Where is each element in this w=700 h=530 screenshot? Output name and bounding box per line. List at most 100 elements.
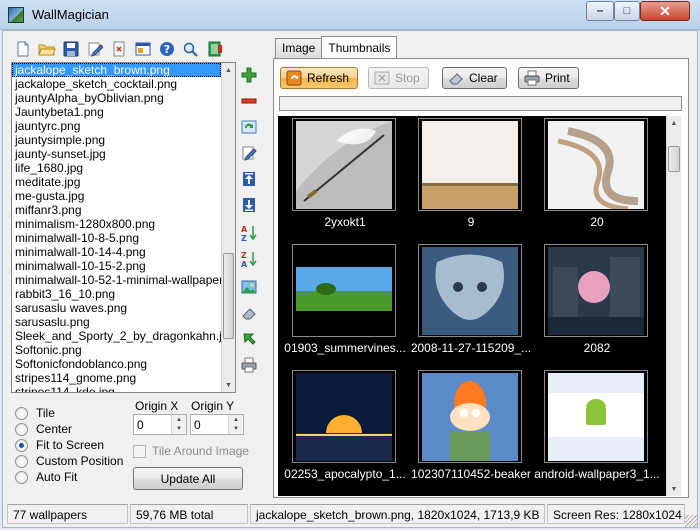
list-item[interactable]: jackalope_sketch_cocktail.png	[12, 77, 221, 91]
print-icon[interactable]	[239, 355, 259, 375]
list-item[interactable]: Jauntybeta1.png	[12, 105, 221, 119]
stop-label: Stop	[395, 71, 420, 85]
print-label: Print	[545, 71, 570, 85]
window-icon[interactable]	[133, 39, 153, 59]
gallery-scrollbar[interactable]: ▲ ▼	[666, 116, 681, 496]
list-item[interactable]: jaunty-sunset.jpg	[12, 147, 221, 161]
thumbnail-9[interactable]: android-wallpaper3_1...	[534, 370, 660, 494]
list-item[interactable]: me-gusta.jpg	[12, 189, 221, 203]
sort-az-icon[interactable]: AZ	[239, 223, 259, 243]
list-item[interactable]: jauntyrc.png	[12, 119, 221, 133]
move-bottom-icon[interactable]	[239, 195, 259, 215]
find-icon[interactable]	[181, 39, 201, 59]
thumbnail-3[interactable]: 20	[534, 118, 660, 242]
radio-custom-position[interactable]: Custom Position	[15, 453, 123, 469]
origin-y-stepper[interactable]: 0 ▲ ▼	[190, 414, 244, 435]
tile-around-image-checkbox[interactable]: Tile Around Image	[133, 444, 249, 458]
open-folder-icon[interactable]	[37, 39, 57, 59]
refresh-list-icon[interactable]	[239, 117, 259, 137]
checkbox-box[interactable]	[133, 444, 146, 458]
refresh-button[interactable]: Refresh	[280, 67, 359, 89]
scroll-thumb[interactable]	[668, 146, 680, 172]
update-all-button[interactable]: Update All	[133, 467, 243, 490]
list-item[interactable]: Softonic.png	[12, 343, 221, 357]
list-item[interactable]: jackalope_sketch_brown.png	[12, 63, 221, 77]
radio-tile[interactable]: Tile	[15, 405, 55, 421]
maximize-button[interactable]: □	[614, 1, 640, 21]
save-icon[interactable]	[61, 39, 81, 59]
minimize-button[interactable]: ‒	[586, 1, 614, 21]
list-item[interactable]: jauntyAlpha_byOblivian.png	[12, 91, 221, 105]
new-file-icon[interactable]	[13, 39, 33, 59]
list-item[interactable]: minimalwall-10-15-2.png	[12, 259, 221, 273]
resize-grip[interactable]	[685, 515, 697, 527]
stepper-up-icon[interactable]: ▲	[172, 415, 186, 424]
thumbnail-7[interactable]: 02253_apocalypto_1...	[282, 370, 408, 494]
radio-button[interactable]	[15, 422, 28, 436]
list-item[interactable]: jauntysimple.png	[12, 133, 221, 147]
radio-fit-to-screen[interactable]: Fit to Screen	[15, 437, 104, 453]
tab-thumbnails[interactable]: Thumbnails	[321, 36, 398, 58]
list-item[interactable]: minimalism-1280x800.png	[12, 217, 221, 231]
edit-item-icon[interactable]	[239, 143, 259, 163]
list-item[interactable]: sarusaslu.png	[12, 315, 221, 329]
stop-button[interactable]: Stop	[368, 67, 429, 89]
radio-label: Auto Fit	[36, 470, 78, 484]
remove-icon[interactable]	[239, 91, 259, 111]
scroll-up-icon[interactable]: ▲	[222, 63, 235, 77]
wallpaper-list[interactable]: jackalope_sketch_brown.png jackalope_sket…	[11, 62, 236, 393]
scroll-down-icon[interactable]: ▼	[222, 378, 235, 392]
list-item[interactable]: minimalwall-10-52-1-minimal-wallpaper-k	[12, 273, 221, 287]
list-item[interactable]: stripes114_gnome.png	[12, 371, 221, 385]
radio-auto-fit[interactable]: Auto Fit	[15, 469, 77, 485]
stepper-down-icon[interactable]: ▼	[229, 424, 243, 433]
stepper-down-icon[interactable]: ▼	[172, 424, 186, 433]
list-item[interactable]: stripes114_kde.jpg	[12, 385, 221, 392]
book-icon[interactable]	[205, 39, 225, 59]
refresh-label: Refresh	[307, 71, 350, 85]
scroll-thumb[interactable]	[223, 253, 234, 339]
list-item[interactable]: rabbit3_16_10.png	[12, 287, 221, 301]
print-button[interactable]: Print	[518, 67, 579, 89]
origin-x-stepper[interactable]: 0 ▲ ▼	[133, 414, 187, 435]
sort-za-icon[interactable]: ZA	[239, 249, 259, 269]
list-item[interactable]: minimalwall-10-14-4.png	[12, 245, 221, 259]
thumbnail-8[interactable]: 102307110452-beaker	[408, 370, 534, 494]
thumbnail-gallery[interactable]: ▲ ▼ 2yxokt1 9 20 01903_summervines... 2008-1…	[278, 116, 681, 496]
radio-button[interactable]	[15, 406, 28, 420]
origin-x-label: Origin X	[135, 399, 179, 413]
list-item[interactable]: sarusaslu waves.png	[12, 301, 221, 315]
thumbnail-5[interactable]: 2008-11-27-115209_...	[408, 244, 534, 368]
tab-image[interactable]: Image	[275, 38, 323, 58]
edit-icon[interactable]	[85, 39, 105, 59]
list-item[interactable]: Softonicfondoblanco.png	[12, 357, 221, 371]
thumbnail-4[interactable]: 01903_summervines...	[282, 244, 408, 368]
list-item[interactable]: minimalwall-10-8-5.png	[12, 231, 221, 245]
help-icon[interactable]: ?	[157, 39, 177, 59]
scroll-down-icon[interactable]: ▼	[667, 482, 681, 496]
radio-center[interactable]: Center	[15, 421, 72, 437]
add-icon[interactable]	[239, 65, 259, 85]
list-item[interactable]: Sleek_and_Sporty_2_by_dragonkahn.jp	[12, 329, 221, 343]
clear-button[interactable]: Clear	[442, 67, 507, 89]
thumbnail-image	[418, 118, 522, 211]
pointer-icon[interactable]	[239, 329, 259, 349]
thumbnail-6[interactable]: 2082	[534, 244, 660, 368]
wallpaper-list-scrollbar[interactable]: ▲ ▼	[221, 63, 235, 392]
radio-button[interactable]	[15, 470, 28, 484]
thumbnail-1[interactable]: 2yxokt1	[282, 118, 408, 242]
list-item[interactable]: miffanr3.png	[12, 203, 221, 217]
close-button[interactable]: ✕	[640, 1, 690, 21]
eraser-icon[interactable]	[239, 303, 259, 323]
radio-button[interactable]	[15, 438, 28, 452]
list-item[interactable]: meditate.jpg	[12, 175, 221, 189]
close-doc-icon[interactable]	[109, 39, 129, 59]
status-current-file: jackalope_sketch_brown.png, 1820x1024, 1…	[250, 504, 545, 524]
move-top-icon[interactable]	[239, 169, 259, 189]
list-item[interactable]: life_1680.jpg	[12, 161, 221, 175]
radio-button[interactable]	[15, 454, 28, 468]
scroll-up-icon[interactable]: ▲	[667, 116, 681, 130]
thumbnail-2[interactable]: 9	[408, 118, 534, 242]
picture-icon[interactable]	[239, 277, 259, 297]
stepper-up-icon[interactable]: ▲	[229, 415, 243, 424]
